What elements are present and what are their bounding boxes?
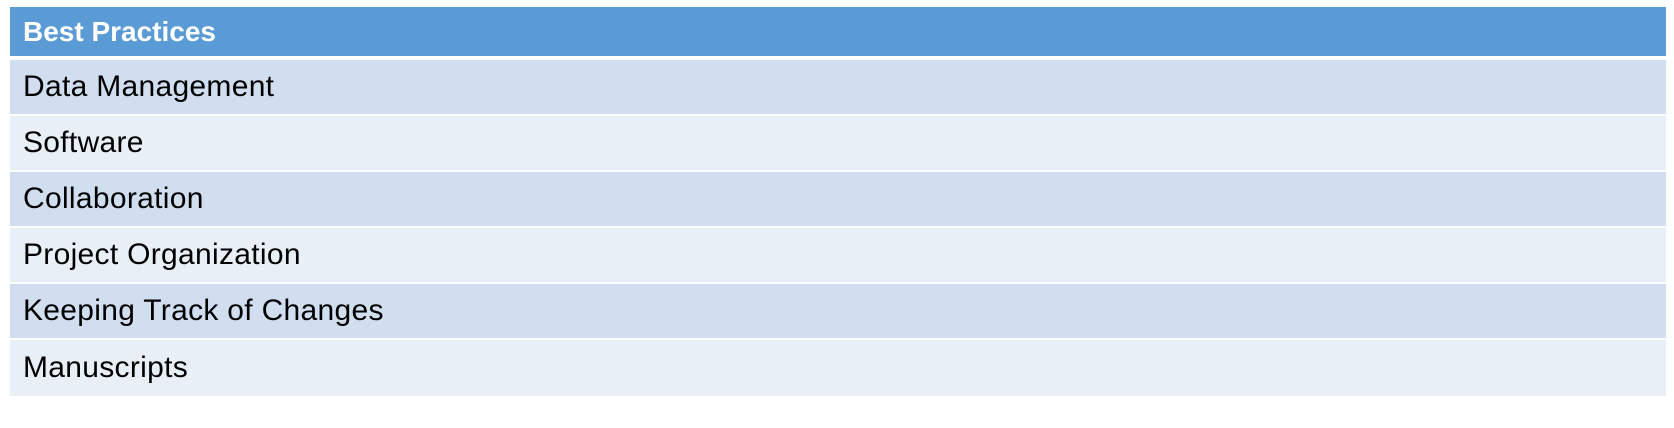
table-row: Keeping Track of Changes bbox=[10, 284, 1666, 340]
table-header-label: Best Practices bbox=[23, 15, 217, 47]
table-header: Best Practices bbox=[10, 7, 1666, 60]
best-practices-table: Best Practices Data Management Software … bbox=[10, 7, 1666, 396]
table-cell-software: Software bbox=[23, 126, 144, 159]
table-row: Collaboration bbox=[10, 172, 1666, 228]
table-cell-manuscripts: Manuscripts bbox=[23, 351, 189, 384]
table-cell-keeping-track-of-changes: Keeping Track of Changes bbox=[23, 294, 384, 327]
table-cell-project-organization: Project Organization bbox=[23, 238, 301, 271]
table-row: Manuscripts bbox=[10, 340, 1666, 396]
table-cell-data-management: Data Management bbox=[23, 70, 275, 103]
table-row: Software bbox=[10, 116, 1666, 172]
table-cell-collaboration: Collaboration bbox=[23, 182, 204, 215]
table-row: Data Management bbox=[10, 60, 1666, 116]
table-row: Project Organization bbox=[10, 228, 1666, 284]
